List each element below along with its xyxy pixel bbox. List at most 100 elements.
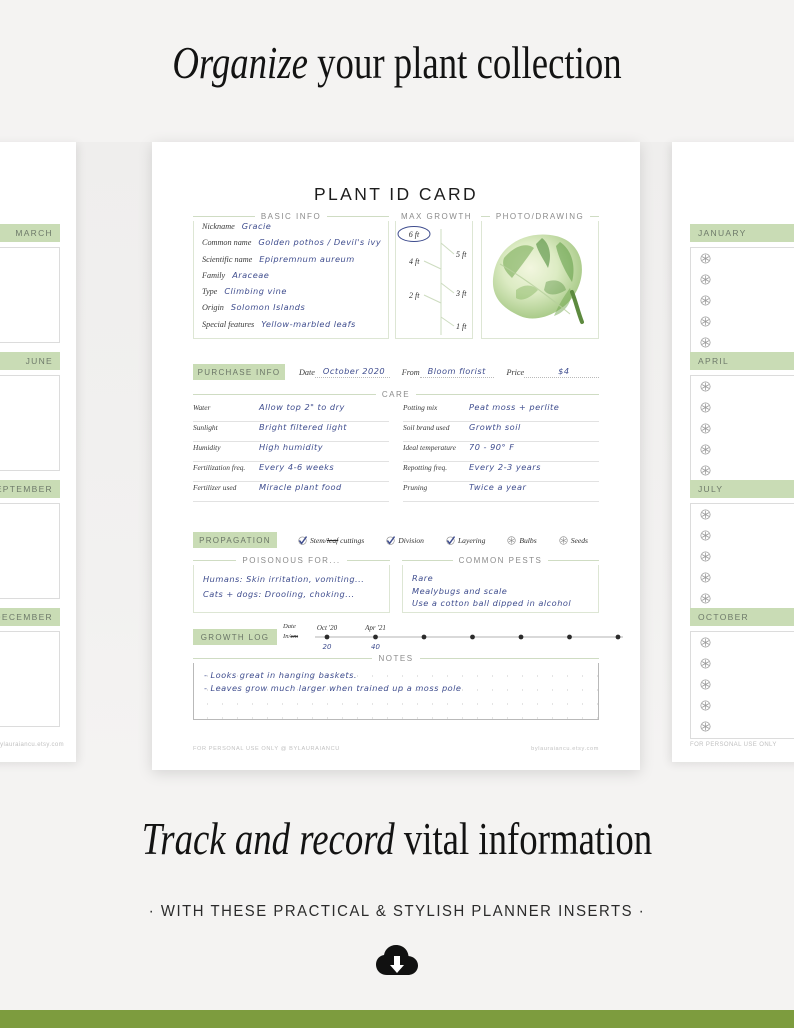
timeline-point[interactable] bbox=[470, 634, 475, 640]
flower-checkbox-icon[interactable] bbox=[507, 535, 516, 545]
timeline-point[interactable] bbox=[518, 634, 524, 640]
month-entry-row[interactable] bbox=[691, 332, 794, 353]
care-row[interactable]: Water Allow top 2" to dry bbox=[193, 402, 389, 422]
month-box[interactable] bbox=[690, 247, 794, 355]
month-entry-row[interactable] bbox=[691, 588, 794, 609]
care-row[interactable]: Sunlight Bright filtered light bbox=[193, 422, 389, 442]
care-row[interactable]: Fertilization freq. Every 4-6 weeks bbox=[193, 462, 389, 482]
sheet-left: MARCH JUNE SEPTEMBER DECEMBER bylauraiancu.e… bbox=[0, 142, 76, 762]
propagation-option[interactable]: Division bbox=[386, 536, 424, 545]
care-value: Miracle plant food bbox=[259, 482, 342, 492]
propagation-option[interactable]: Seeds bbox=[559, 536, 588, 545]
flower-icon bbox=[700, 423, 711, 434]
timeline-point[interactable] bbox=[615, 634, 621, 640]
propagation-option[interactable]: Layering bbox=[446, 536, 485, 545]
flower-icon bbox=[700, 509, 711, 520]
flower-icon bbox=[700, 444, 711, 455]
month-entry-row[interactable] bbox=[691, 546, 794, 567]
purchase-date-field[interactable]: October 2020 bbox=[314, 366, 390, 378]
purchase-from-label: From bbox=[401, 367, 420, 377]
basic-info-row[interactable]: Family Araceae bbox=[194, 270, 388, 286]
pests-body[interactable]: Rare Mealybugs and scale Use a cotton ball… bbox=[402, 565, 599, 613]
timeline-value-label: 40 bbox=[371, 643, 380, 651]
month-entry-row[interactable] bbox=[691, 567, 794, 588]
timeline-point[interactable] bbox=[373, 634, 378, 640]
checked-checkbox-icon[interactable] bbox=[446, 535, 455, 545]
growth-diagram[interactable]: 6 ft 5 ft 4 ft 3 ft 2 ft 1 ft bbox=[396, 221, 472, 338]
poisonous-body[interactable]: Humans: Skin irritation, vomiting... Cats… bbox=[193, 565, 390, 613]
month-entry-row[interactable] bbox=[691, 290, 794, 311]
basic-info-label: Special features bbox=[202, 319, 255, 329]
care-row[interactable]: Humidity High humidity bbox=[193, 442, 389, 462]
care-row[interactable]: Soil brand used Growth soil bbox=[403, 422, 599, 442]
care-row[interactable]: Potting mix Peat moss + perlite bbox=[403, 402, 599, 422]
flower-icon bbox=[700, 679, 711, 690]
month-box[interactable] bbox=[0, 247, 60, 343]
notes-line: - Leaves grow much larger when trained u… bbox=[204, 683, 462, 693]
propagation-label: Stem/leaf cuttings bbox=[310, 535, 365, 545]
basic-info-label: Origin bbox=[202, 303, 224, 313]
care-row[interactable]: Pruning Twice a year bbox=[403, 482, 599, 502]
month-entry-row[interactable] bbox=[691, 504, 794, 525]
purchase-price-field[interactable]: $4 bbox=[524, 366, 599, 378]
care-row[interactable]: Fertilizer used Miracle plant food bbox=[193, 482, 389, 502]
sheet-right-footer: FOR PERSONAL USE ONLY bbox=[690, 742, 777, 748]
month-block: SEPTEMBER bbox=[0, 480, 60, 599]
growth-log-axis[interactable]: Date In/cm Oct '20 20 Apr '21 40 bbox=[283, 622, 623, 652]
poisonous-panel: POISONOUS FOR... Humans: Skin irritation… bbox=[193, 556, 390, 613]
cloud-download-icon[interactable] bbox=[375, 944, 419, 985]
month-box[interactable] bbox=[690, 631, 794, 739]
month-box[interactable] bbox=[690, 503, 794, 611]
basic-info-row[interactable]: Common name Golden pothos / Devil's ivy bbox=[194, 237, 388, 253]
month-box[interactable] bbox=[0, 503, 60, 599]
care-value: Every 2-3 years bbox=[469, 462, 541, 472]
month-entry-row[interactable] bbox=[691, 397, 794, 418]
timeline-point[interactable] bbox=[324, 634, 330, 640]
month-box[interactable] bbox=[0, 631, 60, 727]
month-entry-row[interactable] bbox=[691, 248, 794, 269]
month-entry-row[interactable] bbox=[691, 418, 794, 439]
checked-checkbox-icon[interactable] bbox=[298, 535, 307, 545]
timeline-point[interactable] bbox=[567, 634, 572, 640]
basic-info-row[interactable]: Type Climbing vine bbox=[194, 286, 388, 302]
month-entry-row[interactable] bbox=[691, 695, 794, 716]
flower-icon bbox=[700, 316, 711, 327]
headline-top-roman: your plant collection bbox=[307, 37, 622, 88]
purchase-from-field[interactable]: Bloom florist bbox=[419, 366, 495, 378]
flower-checkbox-icon[interactable] bbox=[559, 535, 568, 545]
checked-checkbox-icon[interactable] bbox=[386, 535, 396, 545]
basic-info-row[interactable]: Scientific name Epipremnum aureum bbox=[194, 254, 388, 270]
notes-body[interactable]: - Looks great in hanging baskets. - Leave… bbox=[193, 663, 599, 720]
basic-info-caption: BASIC INFO bbox=[193, 212, 389, 221]
propagation-option[interactable]: Bulbs bbox=[507, 535, 537, 545]
basic-info-row[interactable]: Special features Yellow-marbled leafs bbox=[194, 319, 388, 335]
care-label: Water bbox=[193, 403, 211, 412]
month-entry-row[interactable] bbox=[691, 674, 794, 695]
month-entry-row[interactable] bbox=[691, 525, 794, 546]
month-entry-row[interactable] bbox=[691, 653, 794, 674]
month-entry-row[interactable] bbox=[691, 716, 794, 737]
flower-icon bbox=[700, 253, 711, 264]
photo-panel: PHOTO/DRAWING bbox=[481, 212, 599, 347]
month-entry-row[interactable] bbox=[691, 460, 794, 481]
purchase-from-value: Bloom florist bbox=[427, 366, 486, 376]
month-entry-row[interactable] bbox=[691, 269, 794, 290]
care-row[interactable]: Repotting freq. Every 2-3 years bbox=[403, 462, 599, 482]
month-block: JULY bbox=[690, 480, 794, 611]
month-entry-row[interactable] bbox=[691, 311, 794, 332]
month-entry-row[interactable] bbox=[691, 376, 794, 397]
month-box[interactable] bbox=[0, 375, 60, 471]
growth-tick-6ft: 6 ft bbox=[409, 230, 420, 239]
care-row[interactable]: Ideal temperature 70 - 90° F bbox=[403, 442, 599, 462]
timeline-point[interactable] bbox=[421, 634, 427, 640]
propagation-label: Layering bbox=[457, 535, 486, 545]
month-box[interactable] bbox=[690, 375, 794, 483]
care-column-right: Potting mix Peat moss + perlite Soil brand… bbox=[403, 402, 599, 502]
basic-info-row[interactable]: Nickname Gracie bbox=[194, 221, 388, 237]
month-entry-row[interactable] bbox=[691, 439, 794, 460]
flower-icon bbox=[700, 593, 711, 604]
propagation-option[interactable]: Stem/leaf cuttings bbox=[298, 536, 364, 545]
growth-log-timeline[interactable]: Oct '20 20 Apr '21 40 bbox=[311, 622, 627, 652]
basic-info-row[interactable]: Origin Solomon Islands bbox=[194, 302, 388, 318]
month-entry-row[interactable] bbox=[691, 632, 794, 653]
